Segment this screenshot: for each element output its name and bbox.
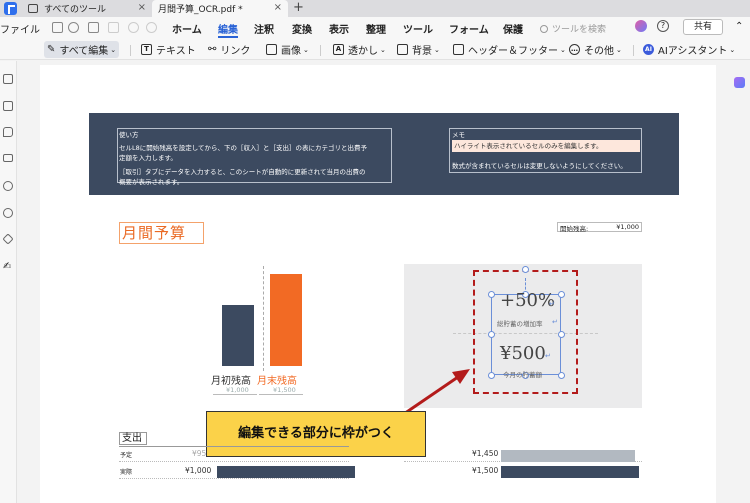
- planned-right-bar: [501, 450, 635, 462]
- actual-right-amount: ¥1,500: [472, 466, 499, 475]
- row-divider: [119, 461, 349, 462]
- row-divider: [119, 478, 349, 479]
- expenses-title[interactable]: 支出: [119, 432, 147, 445]
- section-divider: [119, 446, 349, 447]
- actual-right-bar: [501, 466, 639, 478]
- actual-left-bar: [217, 466, 355, 478]
- planned-left-amount: ¥95: [192, 449, 207, 458]
- planned-right-amount: ¥1,450: [472, 449, 499, 458]
- callout-annotation: 編集できる部分に枠がつく: [206, 411, 426, 457]
- actual-left-amount: ¥1,000: [185, 466, 212, 475]
- actual-row-label: 実際: [120, 469, 133, 476]
- planned-row-label: 予定: [120, 452, 133, 459]
